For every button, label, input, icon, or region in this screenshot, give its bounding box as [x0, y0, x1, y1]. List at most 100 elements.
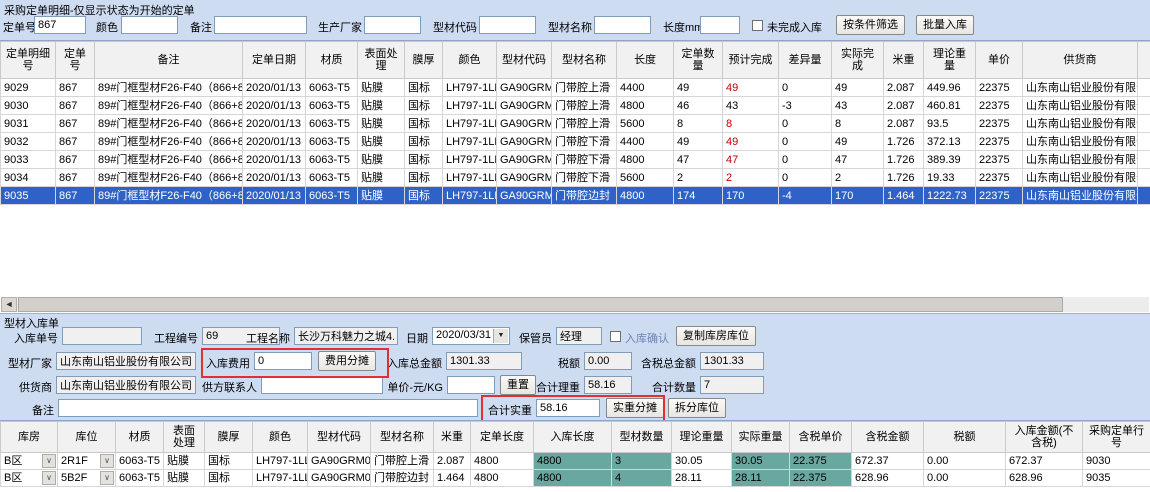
cell: 9032 — [1, 133, 56, 151]
column-header[interactable]: 米重 — [884, 42, 924, 79]
order-no-filter-input[interactable] — [34, 16, 86, 34]
inbound-fee-field[interactable] — [254, 352, 312, 370]
cell: 449.96 — [924, 79, 976, 97]
profile-name-filter-input[interactable] — [594, 16, 651, 34]
total-actual-weight-field[interactable] — [536, 399, 600, 417]
table-row[interactable]: B区∨2R1F∨6063-T5贴膜国标LH797-1LL0GA90GRM03门带… — [1, 453, 1150, 470]
factory-field[interactable] — [56, 352, 196, 370]
column-header[interactable]: 米重 — [434, 422, 471, 453]
cell: 0 — [779, 169, 832, 187]
tax-incl-total-field[interactable] — [700, 352, 764, 370]
actual-split-button[interactable]: 实重分摊 — [606, 398, 664, 418]
batch-inbound-button[interactable]: 批量入库 — [916, 15, 974, 35]
column-header[interactable]: 型材名称 — [371, 422, 434, 453]
manufacturer-filter-input[interactable] — [364, 16, 421, 34]
column-header[interactable]: 颜色 — [253, 422, 308, 453]
column-header[interactable]: 型材名称 — [552, 42, 617, 79]
inbound-total-field[interactable] — [446, 352, 522, 370]
column-header[interactable]: 采购定单行号 — [1083, 422, 1150, 453]
note-filter-input[interactable] — [214, 16, 307, 34]
cell: 国标 — [405, 187, 443, 205]
profile-code-filter-input[interactable] — [479, 16, 536, 34]
inbound-no-field[interactable] — [62, 327, 142, 345]
total-qty-field[interactable] — [700, 376, 764, 394]
cell: 门带腔下滑 — [552, 133, 617, 151]
column-header[interactable]: 备注 — [95, 42, 243, 79]
column-header[interactable]: 长度 — [617, 42, 674, 79]
table-row[interactable]: 903286789#门框型材F26-F40（866+867）2020/01/13… — [1, 133, 1150, 151]
column-header[interactable]: 理论重量 — [672, 422, 732, 453]
scrollbar-thumb[interactable] — [18, 297, 1063, 312]
column-header[interactable]: 定单明细号 — [1, 42, 56, 79]
scroll-left-icon[interactable]: ◄ — [1, 297, 17, 312]
column-header[interactable]: 税额 — [924, 422, 1006, 453]
column-header[interactable]: 膜厚 — [405, 42, 443, 79]
table-row[interactable]: 903586789#门框型材F26-F40（866+867）2020/01/13… — [1, 187, 1150, 205]
table-row[interactable]: 903086789#门框型材F26-F40（866+867）2020/01/13… — [1, 97, 1150, 115]
filter-button[interactable]: 按条件筛选 — [836, 15, 905, 35]
dropdown-arrow-icon[interactable]: ∨ — [100, 471, 114, 485]
column-header[interactable]: 单价 — [976, 42, 1023, 79]
cell: -3 — [779, 97, 832, 115]
column-header[interactable]: 实际完成 — [832, 42, 884, 79]
column-header[interactable]: 型材数量 — [612, 422, 672, 453]
column-header[interactable]: 型材代码 — [308, 422, 371, 453]
cell: 4800 — [471, 453, 534, 470]
column-header[interactable]: 实际重量 — [732, 422, 790, 453]
column-header[interactable]: 库房 — [1, 422, 58, 453]
column-header[interactable]: 表面处理 — [358, 42, 405, 79]
column-header[interactable]: 含税金额 — [852, 422, 924, 453]
dropdown-arrow-icon[interactable]: ∨ — [100, 454, 114, 468]
column-header[interactable]: 表面处理 — [164, 422, 205, 453]
copy-location-button[interactable]: 复制库房库位 — [676, 326, 756, 346]
column-header[interactable]: 供货商 — [1023, 42, 1138, 79]
unit-price-field[interactable] — [447, 376, 495, 394]
column-header[interactable]: 型材代码 — [497, 42, 552, 79]
project-no-label: 工程编号 — [150, 330, 198, 346]
table-row[interactable]: 903186789#门框型材F26-F40（866+867）2020/01/13… — [1, 115, 1150, 133]
table-row[interactable]: B区∨5B2F∨6063-T5贴膜国标LH797-1LL0GA90GRM05门带… — [1, 470, 1150, 487]
column-header[interactable]: 理论重量 — [924, 42, 976, 79]
column-header[interactable]: 材质 — [116, 422, 164, 453]
supplier-field[interactable] — [56, 376, 196, 394]
column-header[interactable]: 定单长度 — [471, 422, 534, 453]
column-header[interactable]: 入库长度 — [534, 422, 612, 453]
column-header[interactable]: 入库金额(不含税) — [1006, 422, 1083, 453]
keeper-field[interactable] — [556, 327, 602, 345]
split-location-button[interactable]: 拆分库位 — [668, 398, 726, 418]
cell: 89#门框型材F26-F40（866+867） — [95, 115, 243, 133]
column-header[interactable]: 含税单价 — [790, 422, 852, 453]
dropdown-arrow-icon[interactable]: ∨ — [42, 471, 56, 485]
column-header[interactable]: 差异量 — [779, 42, 832, 79]
column-header[interactable]: 预计完成 — [723, 42, 779, 79]
unfinished-checkbox[interactable] — [752, 20, 763, 31]
column-header[interactable]: 库位 — [58, 422, 116, 453]
column-header[interactable]: 定单号 — [56, 42, 95, 79]
column-header[interactable]: 材质 — [306, 42, 358, 79]
cell: 2 — [674, 169, 723, 187]
table-row[interactable]: 903486789#门框型材F26-F40（866+867）2020/01/13… — [1, 169, 1150, 187]
purchase-order-panel: 采购定单明细-仅显示状态为开始的定单 定单号 颜色 备注 生产厂家 型材代码 型… — [0, 0, 1150, 313]
dropdown-arrow-icon[interactable]: ∨ — [42, 454, 56, 468]
supplier-contact-field[interactable] — [261, 376, 383, 394]
length-filter-input[interactable] — [700, 16, 740, 34]
remark-field[interactable] — [58, 399, 478, 417]
color-filter-input[interactable] — [121, 16, 178, 34]
column-header[interactable]: 颜色 — [443, 42, 497, 79]
project-name-field[interactable] — [294, 327, 398, 345]
tax-field[interactable] — [584, 352, 632, 370]
reset-button[interactable]: 重置 — [500, 375, 536, 395]
inbound-confirm-checkbox[interactable] — [610, 331, 621, 342]
table-row[interactable]: 903386789#门框型材F26-F40（866+867）2020/01/13… — [1, 151, 1150, 169]
cell: 门带腔边封 — [552, 187, 617, 205]
column-header[interactable]: 定单日期 — [243, 42, 306, 79]
table-row[interactable]: 902986789#门框型材F26-F40（866+867）2020/01/13… — [1, 79, 1150, 97]
fee-split-button[interactable]: 费用分摊 — [318, 351, 376, 371]
column-header[interactable]: 定单数量 — [674, 42, 723, 79]
total-theory-weight-field[interactable] — [584, 376, 632, 394]
horizontal-scrollbar[interactable]: ◄ — [1, 297, 1149, 312]
column-header[interactable]: 膜厚 — [205, 422, 253, 453]
date-picker[interactable]: 2020/03/31▼ — [432, 327, 510, 345]
cell: LH797-1LL0 — [443, 187, 497, 205]
calendar-dropdown-icon[interactable]: ▼ — [493, 329, 508, 343]
